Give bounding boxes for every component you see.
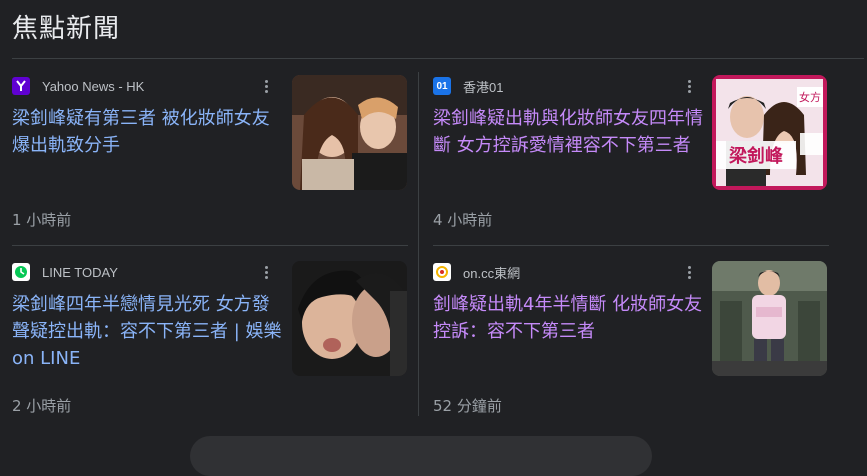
news-thumbnail[interactable]: 女方 梁釗峰 [712,75,827,190]
news-timestamp: 2 小時前 [12,397,72,415]
news-headline[interactable]: 釗峰疑出軌4年半情斷 化妝師女友控訴：容不下第三者 [433,291,705,345]
more-news-button[interactable] [190,436,652,476]
yahoo-logo-icon [12,77,30,95]
news-source-name: 香港01 [463,79,504,95]
more-options-icon[interactable] [260,77,272,95]
section-title: 焦點新聞 [12,14,121,44]
news-timestamp: 52 分鐘前 [433,397,502,415]
news-timestamp: 1 小時前 [12,211,72,229]
news-thumbnail[interactable] [292,75,407,190]
line-logo-icon [12,263,30,281]
column-divider [418,72,419,416]
news-thumbnail[interactable] [292,261,407,376]
news-thumbnail[interactable] [712,261,827,376]
news-source[interactable]: 01 香港01 [433,75,503,97]
hk01-logo-icon: 01 [433,77,451,95]
card-divider [433,245,829,246]
news-source[interactable]: LINE TODAY [12,261,118,283]
news-source[interactable]: on.cc東網 [433,261,520,283]
news-timestamp: 4 小時前 [433,211,493,229]
card-divider [12,245,408,246]
oncc-logo-icon [433,263,451,281]
news-card[interactable]: 01 香港01 梁釗峰疑出軌與化妝師女友四年情斷 女方控訴愛情裡容不下第三者 4… [433,75,837,255]
section-divider [12,58,864,59]
more-options-icon[interactable] [260,263,272,281]
news-source-name: Yahoo News - HK [42,78,145,94]
news-headline[interactable]: 梁釗峰疑出軌與化妝師女友四年情斷 女方控訴愛情裡容不下第三者 [433,105,705,159]
thumbnail-caption: 女方 [799,90,821,104]
news-headline[interactable]: 梁釗峰疑有第三者 被化妝師女友爆出軌致分手 [12,105,284,159]
news-card[interactable]: on.cc東網 釗峰疑出軌4年半情斷 化妝師女友控訴：容不下第三者 52 分鐘前 [433,261,837,441]
news-source-name: on.cc東網 [463,265,521,281]
news-card[interactable]: Yahoo News - HK 梁釗峰疑有第三者 被化妝師女友爆出軌致分手 1 … [12,75,416,255]
news-source[interactable]: Yahoo News - HK [12,75,144,97]
news-card[interactable]: LINE TODAY 梁釗峰四年半戀情見光死 女方發聲疑控出軌：容不下第三者 |… [12,261,416,441]
more-options-icon[interactable] [683,77,695,95]
more-options-icon[interactable] [683,263,695,281]
news-headline[interactable]: 梁釗峰四年半戀情見光死 女方發聲疑控出軌：容不下第三者 | 娛樂 on LINE [12,291,284,372]
thumbnail-caption: 梁釗峰 [728,145,784,167]
news-source-name: LINE TODAY [42,264,118,280]
